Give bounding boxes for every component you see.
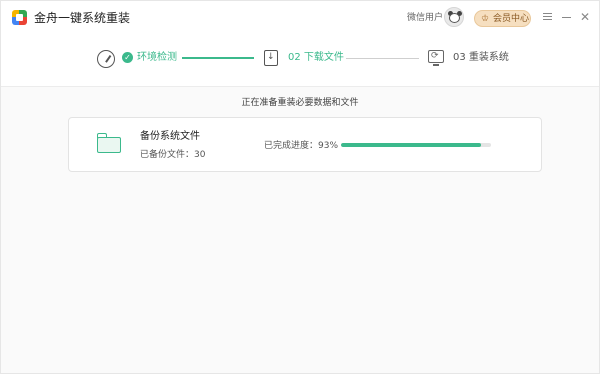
title-bar: 金舟一键系统重装 微信用户 ♔ 会员中心 ✕: [1, 1, 599, 35]
app-logo-icon: [12, 10, 27, 25]
minimize-icon[interactable]: [561, 11, 573, 23]
folder-icon: [97, 133, 121, 153]
avatar[interactable]: [444, 7, 464, 27]
monitor-reinstall-icon: [428, 50, 444, 66]
crown-icon: ♔: [481, 14, 490, 24]
menu-icon[interactable]: [542, 11, 554, 23]
vip-center-button[interactable]: ♔ 会员中心: [474, 10, 531, 27]
progress-bar-fill: [341, 143, 481, 147]
app-window: 金舟一键系统重装 微信用户 ♔ 会员中心 ✕ ✓ 环境检测 02 下载文件 03…: [0, 0, 600, 374]
step-connector-done: [182, 57, 254, 59]
backup-task-card: 备份系统文件 已备份文件：30 已完成进度：93%: [68, 117, 542, 172]
step-connector-pending: [346, 58, 419, 59]
step-download-files: 02 下载文件: [288, 52, 344, 63]
backed-up-count: 已备份文件：30: [140, 150, 206, 160]
check-icon: ✓: [122, 52, 133, 63]
download-file-icon: [264, 50, 278, 66]
user-name[interactable]: 微信用户: [407, 12, 443, 24]
gauge-icon: [97, 50, 115, 68]
close-icon[interactable]: ✕: [579, 11, 591, 23]
task-title: 备份系统文件: [140, 131, 200, 142]
status-text: 正在准备重装必要数据和文件: [241, 98, 359, 108]
step-progress-bar: ✓ 环境检测 02 下载文件 03 重装系统: [1, 35, 599, 87]
step-reinstall-system: 03 重装系统: [453, 52, 509, 63]
vip-center-label: 会员中心: [493, 14, 530, 24]
progress-bar: [341, 143, 491, 147]
step-environment-check: 环境检测: [137, 52, 177, 63]
progress-label: 已完成进度：93%: [264, 141, 339, 151]
app-title: 金舟一键系统重装: [34, 11, 131, 25]
